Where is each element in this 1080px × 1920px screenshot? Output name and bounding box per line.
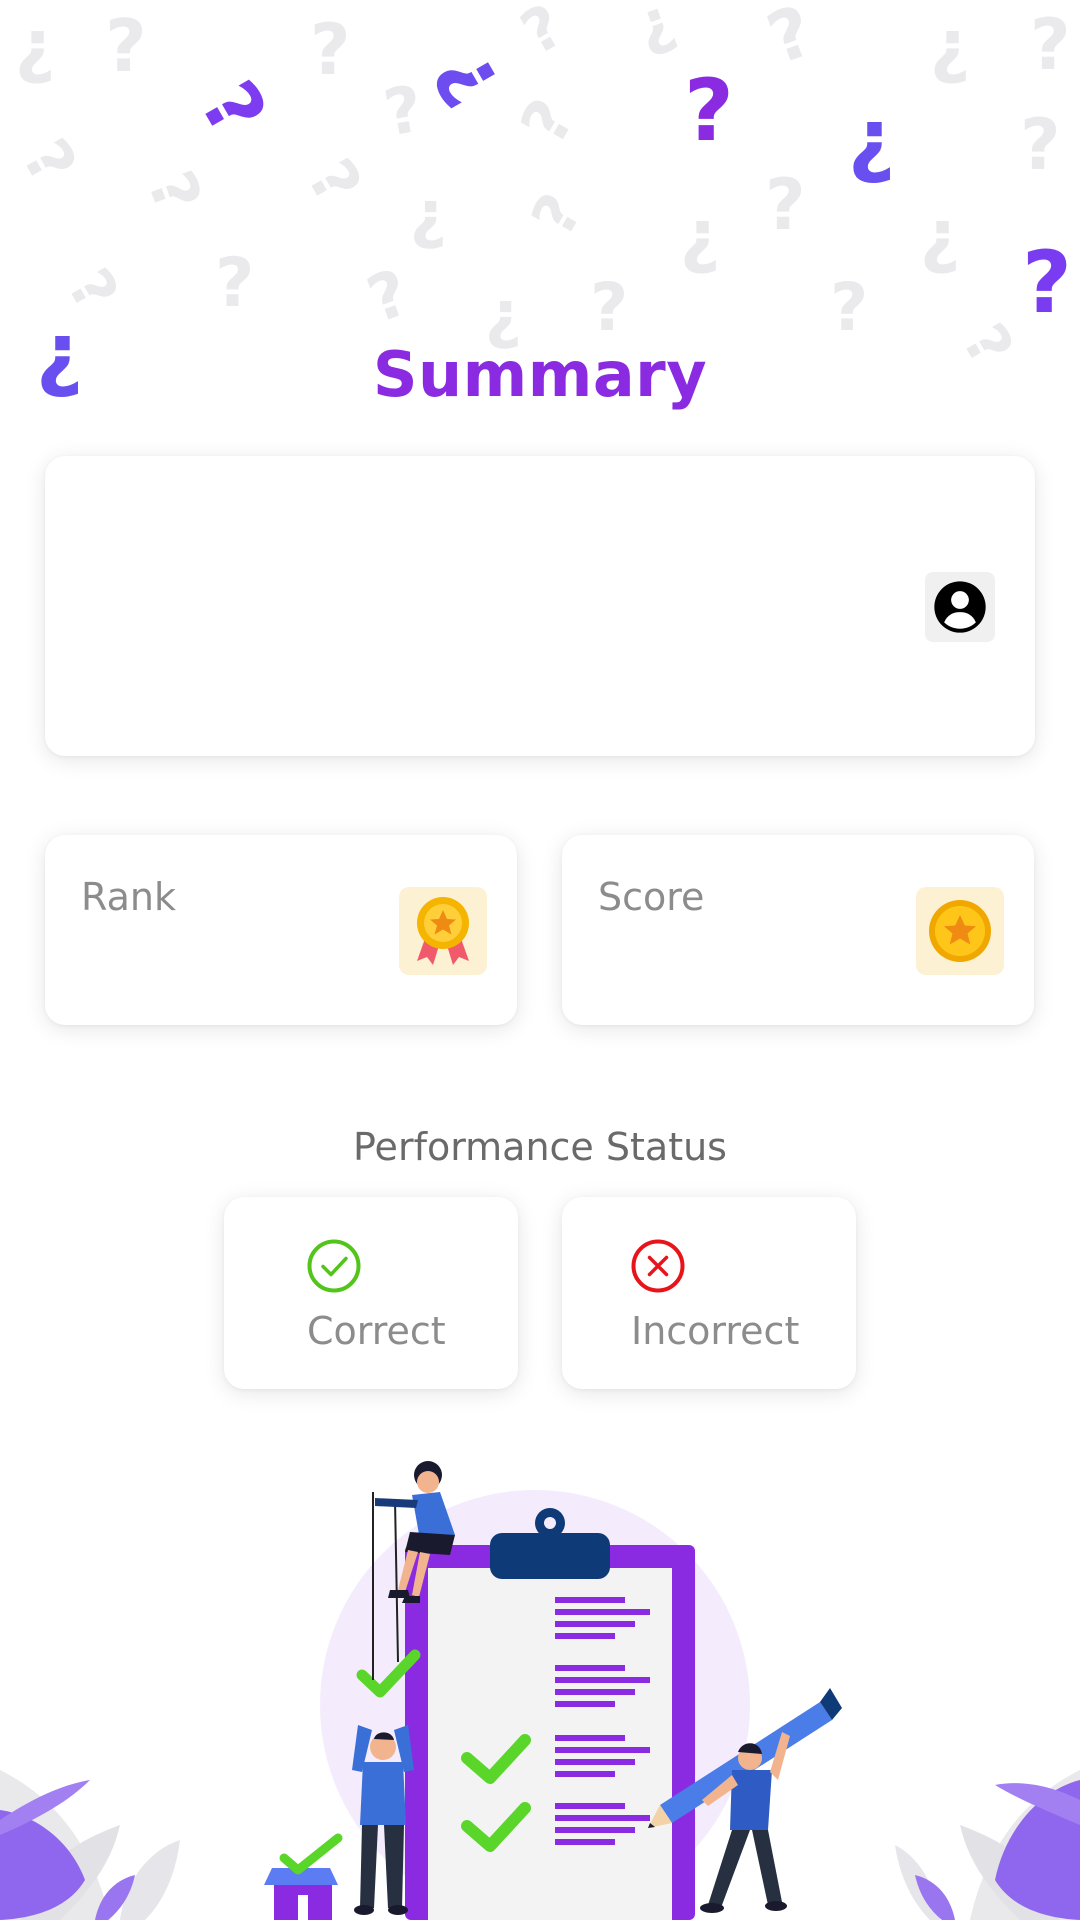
close-circle-icon (631, 1239, 685, 1293)
profile-card (45, 456, 1035, 756)
left-foliage-decoration (0, 1770, 180, 1920)
score-label: Score (598, 875, 705, 919)
correct-label: Correct (307, 1309, 446, 1353)
right-foliage-decoration (895, 1770, 1080, 1920)
man-arms-up-figure (352, 1725, 414, 1915)
check-circle-icon (307, 1239, 361, 1293)
coin-icon (916, 887, 1004, 975)
incorrect-label: Incorrect (631, 1309, 800, 1353)
correct-card: Correct (224, 1197, 518, 1389)
box-figure (264, 1833, 343, 1920)
page-title: Summary (372, 338, 708, 411)
medal-icon (399, 887, 487, 975)
checklist-illustration (0, 1461, 1080, 1920)
incorrect-card: Incorrect (562, 1197, 856, 1389)
rank-label: Rank (81, 875, 176, 919)
score-card: Score (562, 835, 1034, 1025)
performance-status-title: Performance Status (353, 1125, 727, 1169)
account-circle-icon (934, 581, 986, 633)
avatar-button[interactable] (925, 572, 995, 642)
rank-card: Rank (45, 835, 517, 1025)
